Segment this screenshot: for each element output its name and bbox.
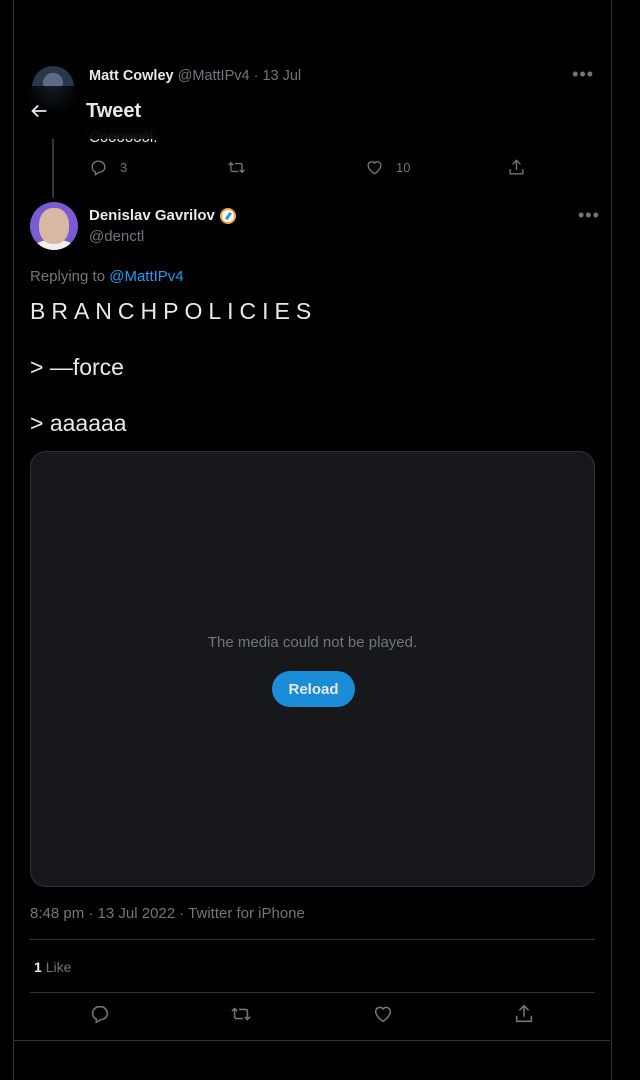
- author-avatar[interactable]: [30, 202, 78, 250]
- parent-date[interactable]: · 13 Jul: [254, 68, 302, 84]
- share-button[interactable]: [513, 1003, 537, 1027]
- tweet-actions: [30, 1003, 595, 1031]
- thread-line: [52, 136, 54, 198]
- page-title: Tweet: [86, 100, 142, 122]
- heart-icon: [367, 161, 382, 175]
- divider: [30, 939, 595, 940]
- replying-to: Replying to @MattIPv4: [30, 268, 184, 285]
- author-name[interactable]: Denislav Gavrilov: [89, 207, 236, 224]
- back-button[interactable]: [28, 100, 50, 122]
- likes-count: 1: [34, 959, 42, 975]
- parent-reply-button[interactable]: 3: [89, 158, 127, 177]
- parent-actions: 3 10: [89, 158, 529, 182]
- author-handle[interactable]: @denctl: [89, 228, 144, 245]
- author-name-text[interactable]: Denislav Gavrilov: [89, 207, 215, 224]
- likes-label: Like: [45, 959, 72, 975]
- reload-button[interactable]: Reload: [272, 671, 355, 707]
- share-icon: [509, 159, 524, 175]
- media-error-message: The media could not be played.: [207, 634, 418, 651]
- like-button[interactable]: [372, 1003, 396, 1027]
- column-border-right: [611, 0, 612, 1080]
- parent-like-count: 10: [396, 160, 411, 175]
- likes-summary[interactable]: 1 Like: [34, 959, 71, 975]
- retweet-icon: [228, 161, 245, 174]
- tweet-text-line-2: > —force: [30, 354, 124, 380]
- reply-icon: [91, 160, 106, 176]
- retweet-icon: [231, 1007, 251, 1021]
- tweet-text-line-3: > aaaaaa: [30, 410, 127, 436]
- parent-like-button[interactable]: 10: [365, 158, 410, 177]
- tweet-text-line-1: BRANCHPOLICIES: [30, 298, 318, 324]
- more-options-icon[interactable]: •••: [578, 205, 600, 226]
- reply-icon: [91, 1005, 109, 1024]
- parent-retweet-button[interactable]: [227, 158, 246, 177]
- reply-button[interactable]: [89, 1003, 113, 1027]
- parent-author-handle[interactable]: @MattIPv4: [178, 68, 250, 84]
- arrow-left-icon: [31, 104, 47, 118]
- retweet-button[interactable]: [230, 1003, 254, 1027]
- parent-author[interactable]: Matt Cowley @MattIPv4 · 13 Jul: [89, 68, 301, 84]
- replying-prefix: Replying to: [30, 268, 106, 285]
- parent-more-icon[interactable]: •••: [572, 64, 594, 85]
- divider: [14, 1040, 610, 1041]
- parent-reply-count: 3: [120, 160, 128, 175]
- media-player[interactable]: The media could not be played. Reload: [30, 451, 595, 887]
- replying-to-link[interactable]: @MattIPv4: [109, 268, 183, 285]
- tweet-timestamp[interactable]: 8:48 pm · 13 Jul 2022 · Twitter for iPho…: [30, 905, 305, 922]
- share-icon: [515, 1004, 533, 1023]
- top-header: Tweet: [14, 86, 610, 139]
- parent-author-name[interactable]: Matt Cowley: [89, 68, 174, 84]
- divider: [30, 992, 595, 993]
- verified-badge-icon: [219, 207, 236, 224]
- heart-icon: [374, 1006, 392, 1023]
- parent-share-button[interactable]: [507, 158, 526, 177]
